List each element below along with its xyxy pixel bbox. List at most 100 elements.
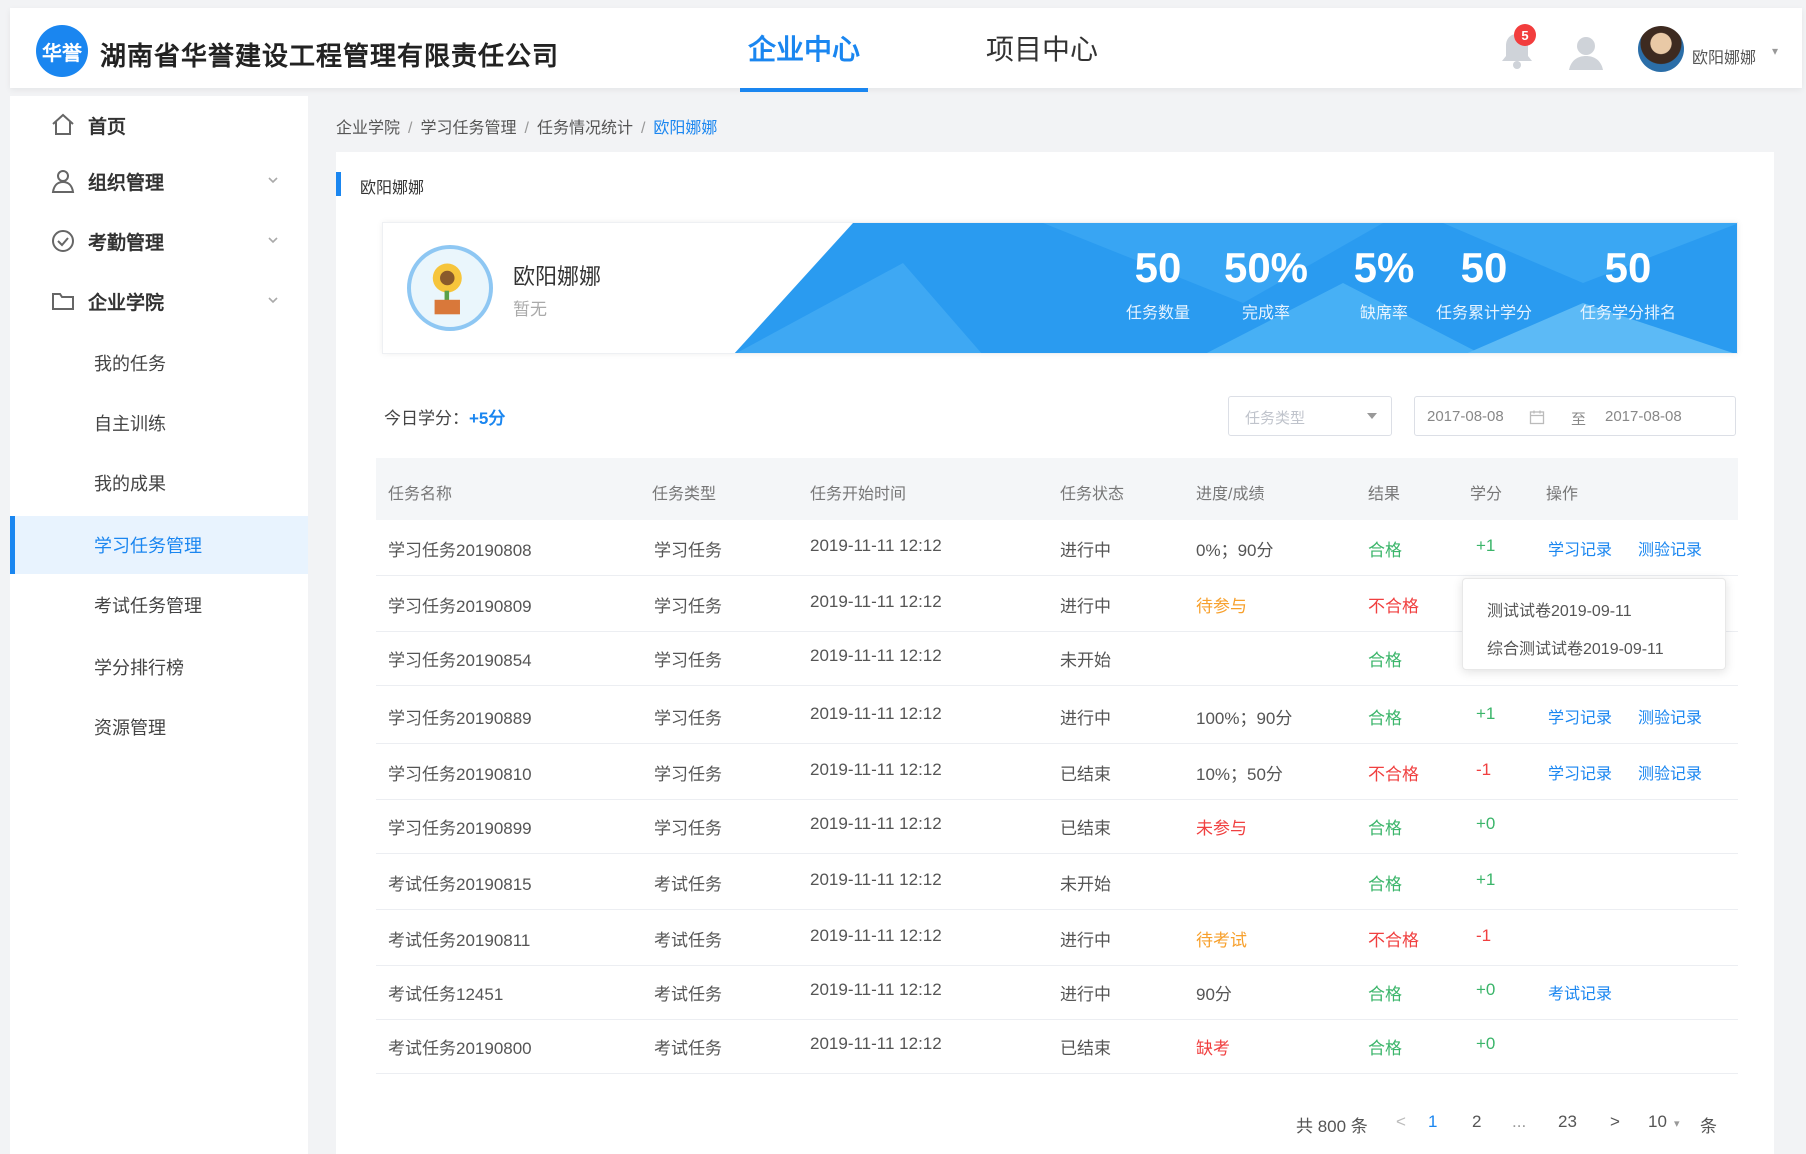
chevron-left-icon[interactable]: < xyxy=(1396,1112,1406,1132)
task-progress-cell: 待参与 xyxy=(1196,597,1247,616)
sidebar-sub-study-task-management[interactable]: 学习任务管理 xyxy=(10,516,308,574)
breadcrumb-item[interactable]: 企业学院 xyxy=(336,114,400,138)
column-header: 任务开始时间 xyxy=(810,486,907,503)
page-size-unit: 条 xyxy=(1700,1117,1717,1136)
task-type-cell: 考试任务 xyxy=(654,985,722,1004)
task-result-cell: 合格 xyxy=(1368,1039,1402,1058)
task-credit-cell: +1 xyxy=(1476,870,1496,889)
page-number-current[interactable]: 1 xyxy=(1428,1112,1437,1132)
chevron-right-icon[interactable]: > xyxy=(1610,1112,1620,1132)
action-link[interactable]: 学习记录 xyxy=(1548,760,1612,784)
task-progress-cell: 0%；90分 xyxy=(1196,541,1274,560)
page-size-select[interactable]: 10 xyxy=(1648,1112,1667,1132)
today-credits: 今日学分：+5分 xyxy=(384,404,505,429)
sidebar-sub-exam-task-management[interactable]: 考试任务管理 xyxy=(10,576,308,634)
tab-project-center[interactable]: 项目中心 xyxy=(986,28,1098,88)
stat-label: 任务学分排名 xyxy=(1579,305,1676,322)
task-credit-cell: +1 xyxy=(1476,536,1496,555)
page-ellipsis[interactable]: ... xyxy=(1512,1112,1526,1132)
profile-name: 欧阳娜娜 xyxy=(513,264,602,289)
task-status-cell: 进行中 xyxy=(1060,931,1111,950)
task-type-cell: 学习任务 xyxy=(654,819,722,838)
task-type-cell: 学习任务 xyxy=(654,651,722,670)
profile-icon[interactable] xyxy=(1566,32,1606,72)
date-start[interactable]: 2017-08-08 xyxy=(1427,408,1504,425)
task-type-cell: 考试任务 xyxy=(654,1039,722,1058)
sidebar-item-label: 我的任务 xyxy=(94,354,166,374)
today-credits-value: +5分 xyxy=(469,409,506,428)
profile-summary: 欧阳娜娜 暂无 50 任务数量 50% 完成率 5% 缺席率 50 任务累计学分 50 任… xyxy=(382,222,1738,354)
sidebar-item-label: 企业学院 xyxy=(88,292,165,314)
task-start-time-cell: 2019-11-11 12:12 xyxy=(810,926,942,945)
task-start-time-cell: 2019-11-11 12:12 xyxy=(810,814,942,833)
task-credit-cell: +0 xyxy=(1476,814,1496,833)
page-number[interactable]: 2 xyxy=(1472,1112,1481,1132)
sidebar-item-academy[interactable]: 企业学院 xyxy=(10,272,308,330)
breadcrumb-item[interactable]: 学习任务管理 xyxy=(420,114,516,138)
company-logo[interactable]: 华誉 xyxy=(36,25,88,77)
task-progress-cell: 缺考 xyxy=(1196,1039,1230,1058)
task-name-cell: 学习任务20190809 xyxy=(388,597,532,616)
task-type-cell: 考试任务 xyxy=(654,931,722,950)
sidebar-sub-resource-management[interactable]: 资源管理 xyxy=(10,698,308,756)
popover-option[interactable]: 综合测试试卷2019-09-11 xyxy=(1487,635,1664,659)
task-progress-cell: 未参与 xyxy=(1196,819,1247,838)
column-header: 结果 xyxy=(1368,486,1401,503)
date-range-picker[interactable]: 2017-08-08 至 2017-08-08 xyxy=(1414,396,1736,436)
task-result-cell: 不合格 xyxy=(1368,765,1419,784)
sidebar-sub-self-training[interactable]: 自主训练 xyxy=(10,394,308,452)
task-start-time-cell: 2019-11-11 12:12 xyxy=(810,536,942,555)
sidebar-sub-credit-ranking[interactable]: 学分排行榜 xyxy=(10,638,308,696)
breadcrumb: 企业学院 / 学习任务管理 / 任务情况统计 / 欧阳娜娜 xyxy=(336,114,717,138)
sidebar-sub-my-achievements[interactable]: 我的成果 xyxy=(10,454,308,512)
breadcrumb-item[interactable]: 任务情况统计 xyxy=(537,114,633,138)
task-start-time-cell: 2019-11-11 12:12 xyxy=(810,1034,942,1053)
sidebar-item-label: 考勤管理 xyxy=(88,232,165,254)
profile-avatar xyxy=(407,245,493,331)
tab-enterprise-center[interactable]: 企业中心 xyxy=(739,28,869,92)
task-start-time-cell: 2019-11-11 12:12 xyxy=(810,592,942,611)
task-type-cell: 学习任务 xyxy=(654,541,722,560)
task-status-cell: 进行中 xyxy=(1060,597,1111,616)
chevron-down-icon xyxy=(268,177,278,184)
action-link[interactable]: 学习记录 xyxy=(1548,704,1612,728)
action-link[interactable]: 学习记录 xyxy=(1548,536,1612,560)
task-type-select[interactable]: 任务类型 xyxy=(1228,396,1392,436)
task-name-cell: 学习任务20190810 xyxy=(388,765,532,784)
user-avatar[interactable] xyxy=(1638,26,1684,72)
task-credit-cell: +0 xyxy=(1476,980,1496,999)
task-type-cell: 学习任务 xyxy=(654,597,722,616)
stat-credit-rank: 50 任务学分排名 xyxy=(1563,245,1693,323)
task-result-cell: 合格 xyxy=(1368,819,1402,838)
sidebar-item-attendance[interactable]: 考勤管理 xyxy=(10,212,308,270)
breadcrumb-current: 欧阳娜娜 xyxy=(653,120,718,137)
top-header: 华誉 湖南省华誉建设工程管理有限责任公司 企业中心 项目中心 5 欧阳娜娜 ▾ xyxy=(10,8,1802,92)
action-link[interactable]: 测验记录 xyxy=(1638,536,1702,560)
table-row: 考试任务20190815 考试任务 2019-11-11 12:12 未开始 合格 +1 xyxy=(376,854,1738,910)
action-link[interactable]: 测验记录 xyxy=(1638,704,1702,728)
calendar-icon xyxy=(1529,410,1545,425)
task-start-time-cell: 2019-11-11 12:12 xyxy=(810,704,942,723)
page-number[interactable]: 23 xyxy=(1558,1112,1577,1132)
date-end[interactable]: 2017-08-08 xyxy=(1605,408,1682,425)
chevron-down-icon[interactable]: ▾ xyxy=(1772,44,1778,58)
action-link[interactable]: 测验记录 xyxy=(1638,760,1702,784)
user-name[interactable]: 欧阳娜娜 xyxy=(1692,44,1756,68)
popover-option[interactable]: 测试试卷2019-09-11 xyxy=(1487,597,1632,621)
sidebar-item-label: 自主训练 xyxy=(94,414,166,434)
select-placeholder: 任务类型 xyxy=(1245,410,1306,427)
chevron-down-icon xyxy=(1367,413,1377,419)
task-status-cell: 未开始 xyxy=(1060,651,1111,670)
task-result-cell: 合格 xyxy=(1368,651,1402,670)
sidebar-sub-my-tasks[interactable]: 我的任务 xyxy=(10,334,308,392)
sidebar-item-organization[interactable]: 组织管理 xyxy=(10,152,308,210)
user-icon xyxy=(51,170,75,193)
action-link[interactable]: 考试记录 xyxy=(1548,980,1612,1004)
sidebar: 首页 组织管理 考勤管理 企业学院 我的任务 自主训练 我的成果 学习任务管理 … xyxy=(10,96,308,1154)
task-status-cell: 未开始 xyxy=(1060,875,1111,894)
sidebar-item-label: 组织管理 xyxy=(88,172,165,194)
chevron-down-icon[interactable]: ▾ xyxy=(1674,1117,1680,1130)
table-row: 考试任务20190811 考试任务 2019-11-11 12:12 进行中 待考试 不合… xyxy=(376,910,1738,966)
task-credit-cell: -1 xyxy=(1476,926,1492,945)
sidebar-item-home[interactable]: 首页 xyxy=(10,96,308,154)
